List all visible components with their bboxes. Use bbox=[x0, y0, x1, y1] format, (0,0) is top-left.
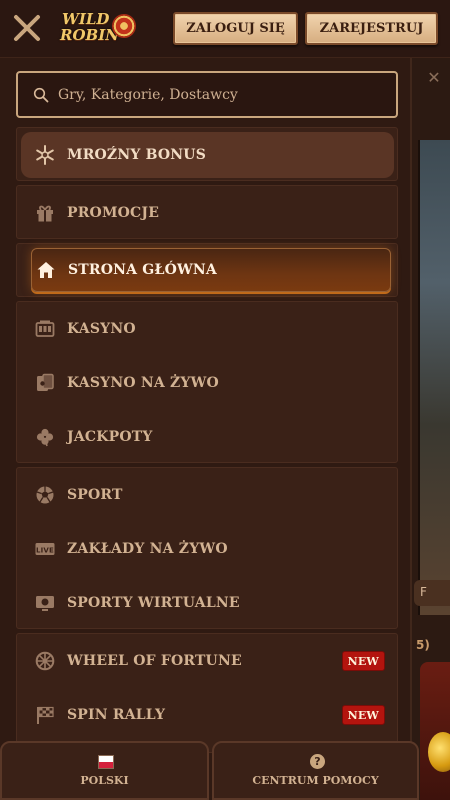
menu-item-casino[interactable]: KASYNO bbox=[17, 302, 397, 356]
menu-item-virtual-sports[interactable]: SPORTY WIRTUALNE bbox=[17, 576, 397, 630]
snowflake-icon bbox=[36, 145, 54, 165]
menu-item-live-casino[interactable]: KASYNO NA ŻYWO bbox=[17, 356, 397, 410]
help-center-button[interactable]: ? CENTRUM POMOCY bbox=[212, 741, 419, 800]
menu-item-label: STRONA GŁÓWNA bbox=[68, 262, 217, 278]
menu-item-sport[interactable]: SPORT bbox=[17, 468, 397, 522]
top-header: WILD ROBIN ZALOGUJ SIĘ ZAREJESTRUJ bbox=[0, 0, 450, 58]
background-count: 5) bbox=[416, 638, 430, 652]
menu-group-promotions: PROMOCJE bbox=[16, 185, 398, 239]
background-banner bbox=[418, 140, 450, 615]
register-button[interactable]: ZAREJESTRUJ bbox=[305, 12, 438, 45]
menu-item-label: SPORT bbox=[67, 487, 123, 503]
new-badge: NEW bbox=[341, 705, 385, 725]
menu-item-promotions[interactable]: PROMOCJE bbox=[17, 186, 397, 240]
menu-item-label: JACKPOTY bbox=[67, 429, 153, 445]
fruit-icon bbox=[428, 732, 450, 772]
search-icon bbox=[33, 87, 49, 102]
menu-item-label: PROMOCJE bbox=[67, 205, 160, 221]
menu-group-bonus: MROŹNY BONUS bbox=[16, 127, 398, 181]
slot-machine-icon bbox=[35, 320, 55, 337]
clover-icon bbox=[36, 428, 54, 447]
language-label: POLSKI bbox=[80, 774, 129, 787]
help-icon: ? bbox=[310, 754, 325, 769]
menu-group-sport: SPORT LIVE ZAKŁADY NA ŻYWO SPORTY WIRTUA… bbox=[16, 467, 398, 629]
menu-item-label: ZAKŁADY NA ŻYWO bbox=[67, 541, 228, 557]
menu-group-home: STRONA GŁÓWNA bbox=[16, 243, 398, 297]
poland-flag-icon bbox=[98, 755, 114, 769]
menu-item-label: KASYNO bbox=[67, 321, 136, 337]
menu-group-casino: KASYNO KASYNO NA ŻYWO JACKPOTY bbox=[16, 301, 398, 463]
login-button[interactable]: ZALOGUJ SIĘ bbox=[173, 12, 298, 45]
wheel-icon bbox=[35, 651, 55, 671]
search-box[interactable] bbox=[16, 71, 398, 118]
checkered-flag-icon bbox=[37, 706, 54, 724]
menu-item-frost-bonus[interactable]: MROŹNY BONUS bbox=[21, 132, 394, 178]
menu-item-label: SPIN RALLY bbox=[67, 707, 166, 723]
menu-item-home[interactable]: STRONA GŁÓWNA bbox=[31, 248, 391, 292]
menu-item-label: SPORTY WIRTUALNE bbox=[67, 595, 240, 611]
gift-icon bbox=[37, 205, 53, 222]
live-icon: LIVE bbox=[35, 543, 55, 555]
menu-item-wheel-of-fortune[interactable]: WHEEL OF FORTUNE NEW bbox=[17, 634, 397, 688]
menu-item-live-bets[interactable]: LIVE ZAKŁADY NA ŻYWO bbox=[17, 522, 397, 576]
menu-item-spin-rally[interactable]: SPIN RALLY NEW bbox=[17, 688, 397, 742]
menu-item-jackpots[interactable]: JACKPOTY bbox=[17, 410, 397, 464]
wild-robin-logo[interactable]: WILD ROBIN bbox=[60, 9, 140, 49]
svg-text:LIVE: LIVE bbox=[36, 547, 54, 555]
home-icon bbox=[37, 262, 55, 278]
logo-target-icon bbox=[112, 14, 136, 38]
background-chip[interactable]: F bbox=[414, 580, 450, 606]
menu-group-games: WHEEL OF FORTUNE NEW SPIN RALLY NEW bbox=[16, 633, 398, 753]
side-menu-drawer: MROŹNY BONUS PROMOCJE STRONA GŁÓWNA bbox=[0, 58, 412, 800]
close-menu-icon[interactable] bbox=[12, 13, 42, 43]
cards-icon bbox=[37, 373, 54, 391]
logo-text-robin: ROBIN bbox=[60, 26, 119, 44]
help-label: CENTRUM POMOCY bbox=[252, 774, 379, 787]
football-icon bbox=[36, 486, 54, 504]
search-input[interactable] bbox=[58, 86, 378, 103]
menu-item-label: KASYNO NA ŻYWO bbox=[67, 375, 219, 391]
menu-item-label: WHEEL OF FORTUNE bbox=[67, 653, 242, 669]
virtual-sports-icon bbox=[36, 596, 54, 611]
language-button[interactable]: POLSKI bbox=[0, 741, 209, 800]
new-badge: NEW bbox=[341, 651, 385, 671]
background-close-icon[interactable]: ✕ bbox=[424, 64, 444, 90]
menu-item-label: MROŹNY BONUS bbox=[67, 147, 207, 163]
background-game-card[interactable] bbox=[420, 662, 450, 800]
